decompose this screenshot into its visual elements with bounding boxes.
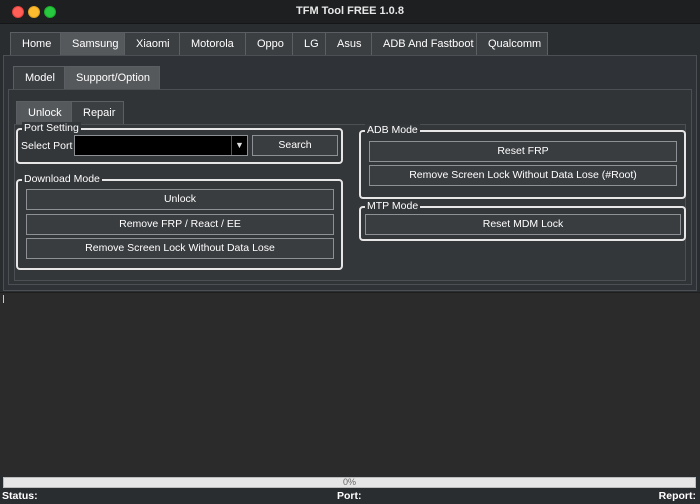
progress-bar: 0% <box>3 477 696 488</box>
tab-home[interactable]: Home <box>10 32 61 56</box>
window-title: TFM Tool FREE 1.0.8 <box>296 5 404 17</box>
status-label: Status: <box>2 490 38 502</box>
adb-mode-title: ADB Mode <box>365 124 420 137</box>
brand-tab-bar: Home Samsung Xiaomi Motorola Oppo LG Asu… <box>10 32 548 56</box>
tab-model[interactable]: Model <box>13 66 65 90</box>
report-label: Report: <box>658 490 696 502</box>
port-setting-title: Port Setting <box>22 122 81 135</box>
chevron-down-icon[interactable]: ▼ <box>231 136 247 155</box>
text-caret <box>3 295 4 303</box>
remove-frp-react-ee-button[interactable]: Remove FRP / React / EE <box>26 214 334 235</box>
progress-label: 0% <box>342 477 356 487</box>
tab-adb-fastboot[interactable]: ADB And Fastboot <box>371 32 477 56</box>
mtp-mode-group: MTP Mode Reset MDM Lock <box>359 200 686 241</box>
search-button[interactable]: Search <box>252 135 338 156</box>
support-option-panel: Unlock Repair Port Setting Select Port ▼… <box>8 89 692 285</box>
tab-support-option[interactable]: Support/Option <box>64 66 160 90</box>
download-unlock-button[interactable]: Unlock <box>26 189 334 210</box>
mtp-mode-title: MTP Mode <box>365 200 421 213</box>
download-remove-screen-lock-button[interactable]: Remove Screen Lock Without Data Lose <box>26 238 334 259</box>
port-setting-group: Port Setting Select Port ▼ Search <box>16 122 343 164</box>
reset-mdm-lock-button[interactable]: Reset MDM Lock <box>365 214 681 235</box>
port-select[interactable]: ▼ <box>74 135 248 156</box>
samsung-sub-tab-bar: Model Support/Option <box>13 66 160 90</box>
tab-asus[interactable]: Asus <box>325 32 372 56</box>
title-bar: TFM Tool FREE 1.0.8 <box>0 0 700 24</box>
reset-frp-button[interactable]: Reset FRP <box>369 141 677 162</box>
select-port-label: Select Port <box>21 140 73 152</box>
tab-oppo[interactable]: Oppo <box>245 32 293 56</box>
samsung-panel: Model Support/Option Unlock Repair Port … <box>3 55 697 291</box>
tab-motorola[interactable]: Motorola <box>179 32 246 56</box>
tab-xiaomi[interactable]: Xiaomi <box>124 32 180 56</box>
adb-remove-screen-lock-root-button[interactable]: Remove Screen Lock Without Data Lose (#R… <box>369 165 677 186</box>
adb-mode-group: ADB Mode Reset FRP Remove Screen Lock Wi… <box>359 124 686 199</box>
port-status-label: Port: <box>337 490 362 502</box>
download-mode-title: Download Mode <box>22 173 102 186</box>
client-area: Home Samsung Xiaomi Motorola Oppo LG Asu… <box>0 24 700 504</box>
download-mode-group: Download Mode Unlock Remove FRP / React … <box>16 173 343 270</box>
tab-samsung[interactable]: Samsung <box>60 32 125 56</box>
tab-lg[interactable]: LG <box>292 32 326 56</box>
unlock-panel: Port Setting Select Port ▼ Search Downlo… <box>14 122 686 281</box>
log-output-area[interactable] <box>0 292 700 476</box>
status-bar: Status: Port: Report: <box>0 489 700 504</box>
tab-qualcomm[interactable]: Qualcomm <box>476 32 548 56</box>
